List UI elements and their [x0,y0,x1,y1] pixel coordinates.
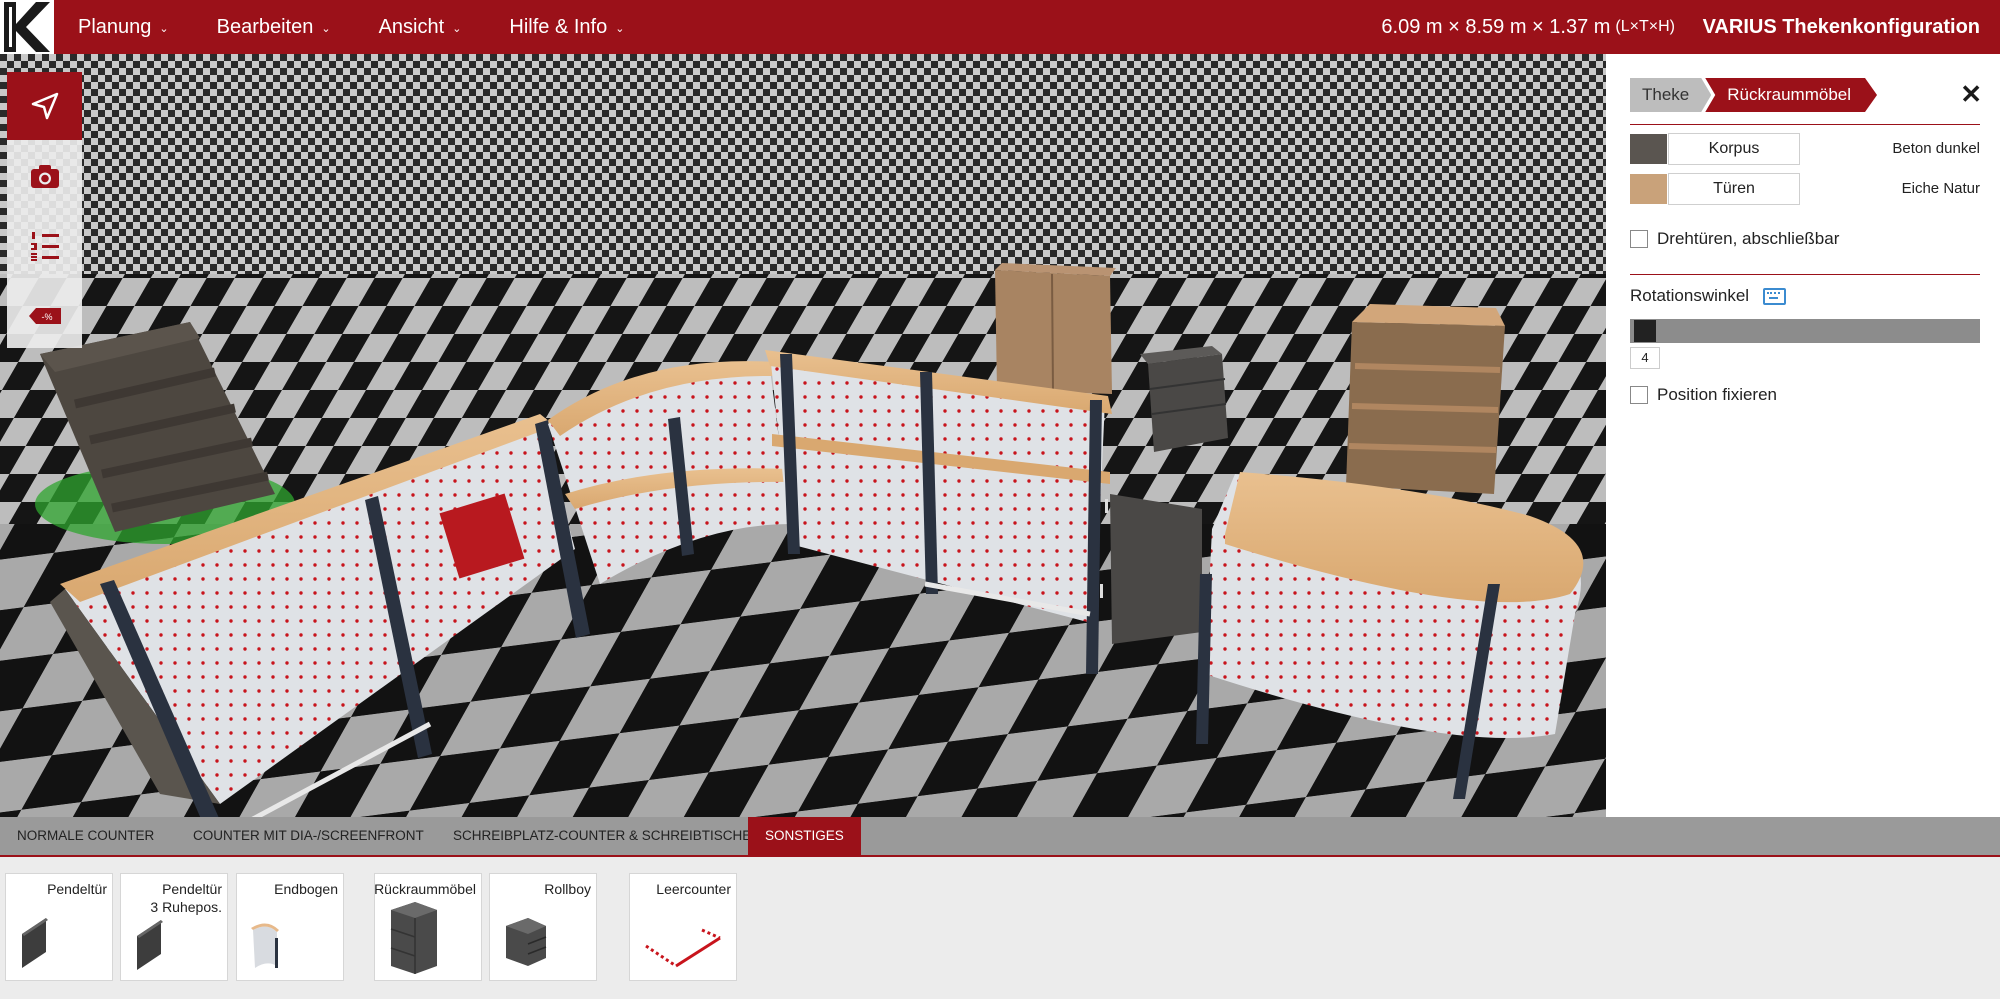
item-rueckraummoebel[interactable]: Rückraummöbel [374,873,482,981]
item-palette: Pendeltür Pendeltür 3 Ruhepos. Endbogen R… [0,857,2000,999]
korpus-button[interactable]: Korpus [1668,133,1800,165]
menu-planung[interactable]: Planung ⌄ [78,16,169,39]
chevron-down-icon: ⌄ [321,22,331,35]
properties-panel: Theke Rückraummöbel ✕ Korpus Beton dunke… [1606,54,2000,817]
menu-hilfe-info[interactable]: Hilfe & Info ⌄ [509,16,624,39]
tool-navigate[interactable] [7,72,82,140]
chevron-down-icon: ⌄ [159,22,169,35]
material-row-korpus: Korpus Beton dunkel [1630,133,1980,165]
app-title: VARIUS Thekenkonfiguration [1702,15,1980,38]
dimensions-value: 6.09 m × 8.59 m × 1.37 m [1381,15,1611,38]
breadcrumb: Theke Rückraummöbel [1630,78,1877,112]
slider-thumb[interactable] [1634,320,1656,342]
item-rollboy[interactable]: Rollboy [489,873,597,981]
tab-counter-dia-screenfront[interactable]: Counter mit Dia-/Screenfront [176,817,441,855]
discount-tag-icon: -% [28,308,61,324]
chevron-down-icon: ⌄ [615,22,625,35]
menu-bearbeiten[interactable]: Bearbeiten ⌄ [217,16,331,39]
tool-parts-list[interactable] [7,212,82,280]
dimensions-unit: (L×T×H) [1615,18,1675,35]
lockable-doors-checkbox[interactable]: Drehtüren, abschließbar [1630,229,1839,249]
tab-normale-counter[interactable]: Normale Counter [0,817,171,855]
camera-icon [30,165,59,188]
item-leercounter[interactable]: Leercounter [629,873,737,981]
divider [1630,274,1980,275]
item-pendeltuer[interactable]: Pendeltür [5,873,113,981]
material-row-tueren: Türen Eiche Natur [1630,173,1980,205]
drawer-unit-icon [506,918,547,966]
keyboard-icon[interactable] [1763,287,1787,305]
door-icon [22,918,48,968]
tool-screenshot[interactable] [7,142,82,210]
chevron-down-icon: ⌄ [452,22,462,35]
korpus-swatch[interactable] [1630,134,1667,164]
category-tabs: Normale Counter Counter mit Dia-/Screenf… [0,817,2000,857]
end-curve-icon [251,923,279,968]
empty-counter-icon [645,928,721,968]
menu-ansicht[interactable]: Ansicht ⌄ [379,16,462,39]
divider [1630,124,1980,125]
menu-label: Hilfe & Info [509,15,608,38]
rotation-label-text: Rotationswinkel [1630,286,1750,305]
checkbox-box[interactable] [1630,230,1648,248]
main-menu: Planung ⌄ Bearbeiten ⌄ Ansicht ⌄ Hilfe & In… [78,0,672,54]
lockable-doors-label: Drehtüren, abschließbar [1657,229,1840,248]
korpus-value: Beton dunkel [1892,140,1980,157]
3d-viewport[interactable]: -% [0,54,1606,817]
close-icon[interactable]: ✕ [1960,80,1982,108]
breadcrumb-rueckraummoebel[interactable]: Rückraummöbel [1705,78,1877,112]
view-toolbar: -% [7,72,82,348]
item-endbogen[interactable]: Endbogen [236,873,344,981]
tueren-button[interactable]: Türen [1668,173,1800,205]
top-bar: Planung ⌄ Bearbeiten ⌄ Ansicht ⌄ Hilfe & In… [0,0,2000,54]
menu-label: Planung [78,15,152,38]
discount-label: -% [41,312,52,322]
app-logo[interactable] [0,0,54,54]
tab-schreibplatz-counter[interactable]: Schreibplatz-Counter & Schreibtische [436,817,768,855]
scene-render[interactable] [0,54,1606,817]
fix-position-label: Position fixieren [1657,385,1778,404]
tueren-swatch[interactable] [1630,174,1667,204]
tab-sonstiges[interactable]: Sonstiges [748,817,861,855]
door-icon [137,920,163,970]
menu-label: Bearbeiten [216,15,314,38]
overall-dimensions: 6.09 m × 8.59 m × 1.37 m (L×T×H) [1381,0,1675,54]
fix-position-checkbox[interactable]: Position fixieren [1630,385,1777,405]
back-furniture-icon [390,902,437,974]
breadcrumb-theke[interactable]: Theke [1630,78,1711,112]
tool-discount[interactable]: -% [7,282,82,350]
rotation-label: Rotationswinkel [1630,286,1787,306]
menu-label: Ansicht [378,15,445,38]
rotation-slider[interactable] [1630,319,1980,343]
numbered-list-icon [30,232,59,261]
rotation-value[interactable]: 4 [1630,347,1660,369]
tueren-value: Eiche Natur [1901,180,1980,197]
checkbox-box[interactable] [1630,386,1648,404]
item-pendeltuer-3-ruhepos[interactable]: Pendeltür 3 Ruhepos. [120,873,228,981]
navigate-arrow-icon [31,92,58,120]
